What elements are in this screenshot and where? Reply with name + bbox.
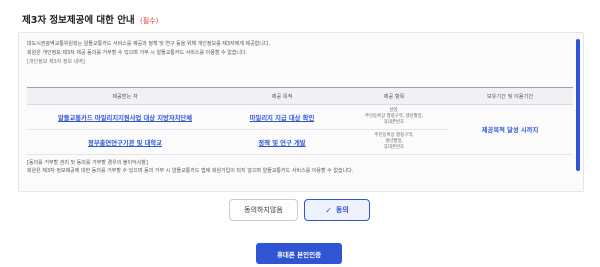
item-line: 휴대폰번호 [383,120,405,125]
period-cell: 제공목적 달성 시까지 [447,104,573,155]
items-cell: 주민등록상 행정구역, 생년월일, 휴대폰번호 [341,129,447,155]
recipient-link[interactable]: 정부출연연구기관 및 대학교 [27,129,223,155]
consent-page: 제3자 정보제공에 대한 안내 (필수) 대도시권광역교통위원회는 알뜰교통카드… [0,0,600,267]
check-icon: ✓ [325,205,332,215]
intro-heading: [개인정보 제3자 정보 내역] [27,59,85,65]
refuse-title: [동의를 거부할 권리 및 동의를 거부할 경우의 불이익사항] [27,160,148,166]
disagree-label: 동의하지않음 [244,206,283,214]
agree-label: 동의 [335,206,349,214]
disagree-button[interactable]: 동의하지않음 [229,199,298,221]
header-recipient: 제공받는 자 [27,87,223,105]
section-title-text: 제3자 정보제공에 대한 안내 [22,15,135,26]
scrollbar-thumb[interactable] [576,39,580,171]
section-title: 제3자 정보제공에 대한 안내 (필수) [22,12,158,26]
intro-line: 대도시권광역교통위원회는 알뜰교통카드 서비스를 제공과 정책 및 연구 등을 … [27,41,271,47]
consent-panel[interactable]: 대도시권광역교통위원회는 알뜰교통카드 서비스를 제공과 정책 및 연구 등을 … [18,32,584,192]
intro-line: 회원은 개인정보 제3자 제공 동의를 거부할 수 있으며 거부 시 알뜰교통카… [27,50,248,56]
info-table: 제공받는 자 제공 목적 제공 항목 보유기간 및 이용기간 알뜰교통카드 마일… [27,87,573,155]
recipient-link[interactable]: 알뜰교통카드 마일리지지원사업 대상 지방자치단체 [27,104,223,130]
header-period: 보유기간 및 이용기간 [447,87,573,105]
refuse-text: 회원은 제3자 정보제공에 대한 동의를 거부할 수 있으며 동의 거부 시 알… [27,168,354,174]
intro-text: 대도시권광역교통위원회는 알뜰교통카드 서비스를 제공과 정책 및 연구 등을 … [27,40,270,67]
phone-auth-label: 휴대폰 본인인증 [276,250,322,259]
refuse-notice: [동의를 거부할 권리 및 동의를 거부할 경우의 불이익사항] 회원은 제3자… [27,159,353,175]
purpose-link[interactable]: 마일리지 지급 대상 확인 [223,104,341,130]
phone-auth-button[interactable]: 휴대폰 본인인증 [256,243,342,264]
item-line: 휴대폰번호 [383,145,405,150]
table-row: 알뜰교통카드 마일리지지원사업 대상 지방자치단체 마일리지 지급 대상 확인 … [27,104,573,155]
required-tag: (필수) [140,17,159,25]
header-items: 제공 항목 [341,87,447,105]
purpose-link[interactable]: 정책 및 연구 개발 [223,129,341,155]
items-cell: 성명, 주민등록상 행정구역, 생년월일, 휴대폰번호 [341,104,447,130]
agree-button[interactable]: ✓ 동의 [304,199,370,221]
table-header-row: 제공받는 자 제공 목적 제공 항목 보유기간 및 이용기간 [27,87,573,105]
header-purpose: 제공 목적 [223,87,341,105]
